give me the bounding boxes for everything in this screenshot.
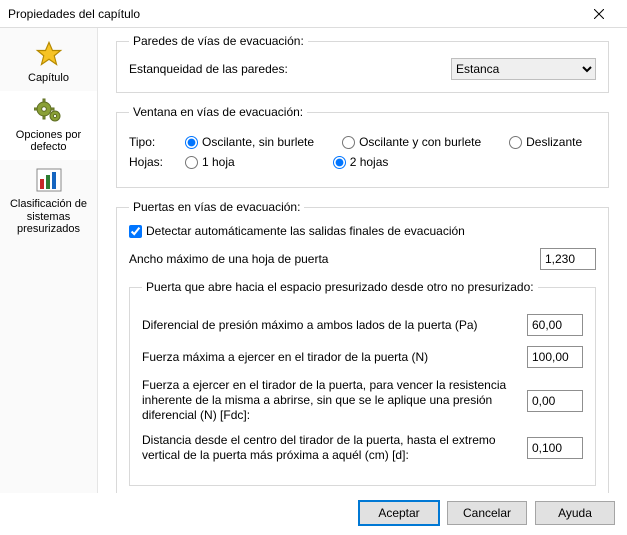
checkbox-detectar-salidas[interactable]: Detectar automáticamente las salidas fin… bbox=[129, 224, 596, 238]
fuerza-fdc-input[interactable] bbox=[527, 390, 583, 412]
puerta-presurizado-legend: Puerta que abre hacia el espacio presuri… bbox=[142, 280, 538, 294]
ancho-input[interactable] bbox=[540, 248, 596, 270]
window-title: Propiedades del capítulo bbox=[8, 7, 140, 21]
paredes-legend: Paredes de vías de evacuación: bbox=[129, 34, 308, 48]
fuerza-fdc-label: Fuerza a ejercer en el tirador de la pue… bbox=[142, 378, 515, 423]
radio-oscilante-con-burlete[interactable]: Oscilante y con burlete bbox=[342, 135, 481, 149]
puerta-presurizado-fieldset: Puerta que abre hacia el espacio presuri… bbox=[129, 280, 596, 486]
fuerza-max-label: Fuerza máxima a ejercer en el tirador de… bbox=[142, 350, 515, 365]
sidebar-item-label: Opciones por defecto bbox=[2, 129, 95, 154]
cancel-button[interactable]: Cancelar bbox=[447, 501, 527, 525]
content-panel: Paredes de vías de evacuación: Estanquei… bbox=[98, 28, 627, 493]
gears-icon bbox=[33, 95, 65, 127]
close-button[interactable] bbox=[579, 4, 619, 24]
radio-oscilante-sin-burlete[interactable]: Oscilante, sin burlete bbox=[185, 135, 314, 149]
distancia-label: Distancia desde el centro del tirador de… bbox=[142, 433, 515, 463]
radio-2-hojas[interactable]: 2 hojas bbox=[333, 155, 389, 169]
paredes-fieldset: Paredes de vías de evacuación: Estanquei… bbox=[116, 34, 609, 93]
fuerza-max-input[interactable] bbox=[527, 346, 583, 368]
sidebar-item-opciones-defecto[interactable]: Opciones por defecto bbox=[0, 91, 97, 160]
ventana-legend: Ventana en vías de evacuación: bbox=[129, 105, 307, 119]
sidebar: Capítulo Opciones por defecto bbox=[0, 28, 98, 493]
distancia-input[interactable] bbox=[527, 437, 583, 459]
sidebar-item-label: Clasificación de sistemas presurizados bbox=[2, 198, 95, 236]
estanqueidad-select[interactable]: Estanca bbox=[451, 58, 596, 80]
sidebar-item-capitulo[interactable]: Capítulo bbox=[0, 34, 97, 91]
ancho-label: Ancho máximo de una hoja de puerta bbox=[129, 252, 528, 267]
hojas-label: Hojas: bbox=[129, 155, 169, 169]
diferencial-label: Diferencial de presión máximo a ambos la… bbox=[142, 318, 515, 333]
button-bar: Aceptar Cancelar Ayuda bbox=[0, 493, 627, 535]
titlebar: Propiedades del capítulo bbox=[0, 0, 627, 28]
accept-button[interactable]: Aceptar bbox=[359, 501, 439, 525]
star-icon bbox=[33, 38, 65, 70]
estanqueidad-label: Estanqueidad de las paredes: bbox=[129, 62, 288, 76]
sidebar-item-label: Capítulo bbox=[28, 72, 69, 85]
sidebar-item-clasificacion[interactable]: Clasificación de sistemas presurizados bbox=[0, 160, 97, 242]
puertas-fieldset: Puertas en vías de evacuación: Detectar … bbox=[116, 200, 609, 493]
radio-deslizante[interactable]: Deslizante bbox=[509, 135, 582, 149]
puertas-legend: Puertas en vías de evacuación: bbox=[129, 200, 304, 214]
tipo-label: Tipo: bbox=[129, 135, 169, 149]
ventana-fieldset: Ventana en vías de evacuación: Tipo: Osc… bbox=[116, 105, 609, 188]
chart-icon bbox=[33, 164, 65, 196]
diferencial-input[interactable] bbox=[527, 314, 583, 336]
radio-1-hoja[interactable]: 1 hoja bbox=[185, 155, 235, 169]
help-button[interactable]: Ayuda bbox=[535, 501, 615, 525]
